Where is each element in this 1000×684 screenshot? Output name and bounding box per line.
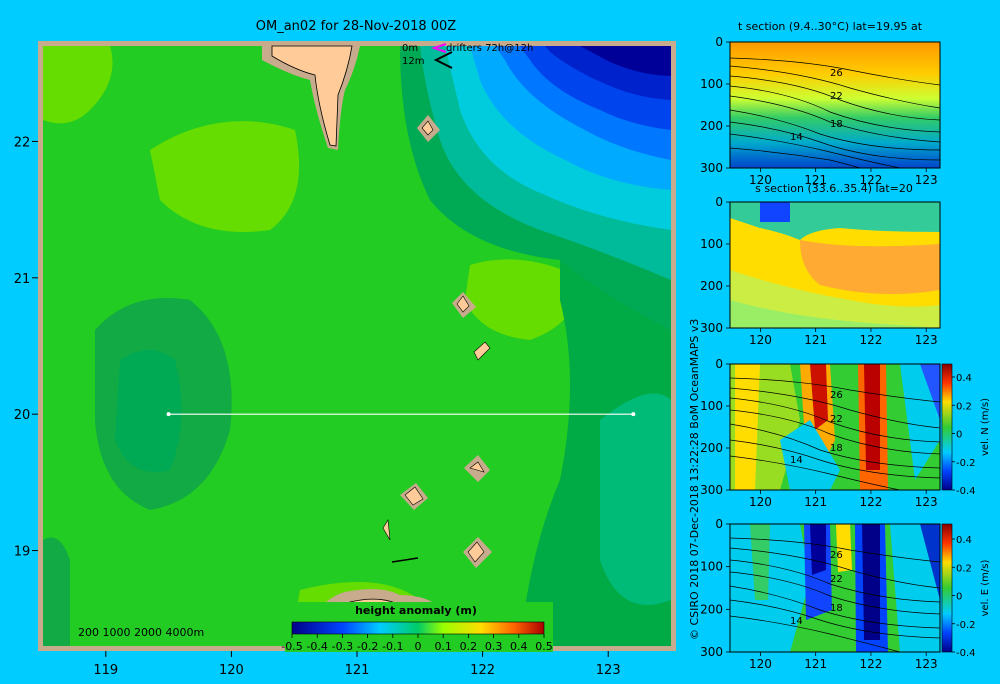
field-patch <box>810 524 826 575</box>
colorbar-tick-label: 0.2 <box>956 563 972 574</box>
y-tick-label: 22 <box>14 135 31 150</box>
figure: OM_an02 for 28-Nov-2018 00Z 0m 12m drift… <box>14 19 991 678</box>
y-tick-label: 0 <box>715 35 723 49</box>
colorbar-tick-label: -0.4 <box>956 486 976 497</box>
x-tick-label: 123 <box>915 495 938 509</box>
x-tick-label: 121 <box>345 663 370 678</box>
y-tick-label: 21 <box>14 272 31 287</box>
colorbar <box>291 621 545 635</box>
x-tick-label: 122 <box>859 495 882 509</box>
colorbar <box>941 363 953 491</box>
credit-text: © CSIRO 2018 07-Dec-2018 13:22:28 BoM Oc… <box>688 319 701 640</box>
contour-label: 26 <box>830 390 843 401</box>
colorbar-tick-label: -0.1 <box>382 640 403 653</box>
y-tick-label: 20 <box>14 408 31 423</box>
contour-label: 26 <box>830 68 843 79</box>
colorbar-tick-label: 0.2 <box>460 640 478 653</box>
x-tick-label: 119 <box>93 663 118 678</box>
y-tick-label: 200 <box>700 119 723 133</box>
colorbar-tick-label: -0.2 <box>357 640 378 653</box>
y-tick-label: 100 <box>700 399 723 413</box>
contour-label: 18 <box>830 443 843 454</box>
depth-scale: 200 1000 2000 4000m <box>78 626 204 639</box>
contour-label: 22 <box>830 91 843 102</box>
y-tick-label: 19 <box>14 545 31 560</box>
y-tick-label: 200 <box>700 602 723 616</box>
colorbar-tick-label: -0.4 <box>306 640 327 653</box>
colorbar-tick-label: -0.4 <box>956 648 976 659</box>
x-tick-label: 121 <box>804 333 827 347</box>
colorbar-tick-label: 0.2 <box>956 401 972 412</box>
contour-label: 22 <box>830 414 843 425</box>
x-tick-label: 121 <box>804 495 827 509</box>
colorbar-tick-label: 0 <box>956 430 962 441</box>
colorbar-tick-label: 0.4 <box>956 373 972 384</box>
x-tick-label: 120 <box>219 663 244 678</box>
y-tick-label: 300 <box>700 483 723 497</box>
contour-label: 18 <box>830 119 843 130</box>
y-tick-label: 0 <box>715 357 723 371</box>
contour-label: 14 <box>790 455 803 466</box>
colorbar-tick-label: 0.4 <box>510 640 528 653</box>
colorbar-tick-label: -0.2 <box>956 620 976 631</box>
panel-title: s section (33.6..35.4) lat=20 <box>755 182 913 195</box>
drifter-depth-0: 0m <box>402 43 418 54</box>
x-tick-label: 123 <box>915 657 938 671</box>
x-tick-label: 122 <box>470 663 495 678</box>
y-tick-label: 200 <box>700 279 723 293</box>
s-section-panel: s section (33.6..35.4) lat=20 120 121 122 1… <box>700 182 941 347</box>
panel-title: t section (9.4..30°C) lat=19.95 at <box>738 20 923 33</box>
contour-label: 14 <box>790 132 803 143</box>
x-tick-label: 123 <box>915 173 938 187</box>
x-tick-label: 123 <box>596 663 621 678</box>
y-tick-label: 100 <box>700 77 723 91</box>
colorbar-tick-label: 0 <box>956 592 962 603</box>
x-tick-label: 120 <box>749 495 772 509</box>
colorbar-tick-label: -0.3 <box>332 640 353 653</box>
y-tick-label: 100 <box>700 237 723 251</box>
vel-n-section-panel: 26 22 18 14 0.4 0.2 0 -0.2 -0.4 vel. N (m/s)… <box>700 357 991 509</box>
x-tick-label: 122 <box>859 333 882 347</box>
x-tick-label: 122 <box>859 657 882 671</box>
colorbar-tick-label: 0.3 <box>485 640 503 653</box>
t-section-panel: t section (9.4..30°C) lat=19.95 at 26 22… <box>700 20 941 187</box>
y-tick-label: 200 <box>700 441 723 455</box>
main-title: OM_an02 for 28-Nov-2018 00Z <box>256 19 457 34</box>
field-patch <box>600 393 671 605</box>
drifter-label: drifters 72h@12h <box>446 43 533 54</box>
contour-label: 14 <box>790 616 803 627</box>
y-tick-label: 300 <box>700 161 723 175</box>
vel-e-section-panel: 26 22 18 14 0.4 0.2 0 -0.2 -0.4 vel. E (m/s)… <box>700 517 991 671</box>
colorbar-tick-label: 0.5 <box>535 640 553 653</box>
x-tick-label: 120 <box>749 657 772 671</box>
drifter-depth-12: 12m <box>402 56 424 67</box>
x-tick-label: 120 <box>749 333 772 347</box>
field-patch <box>115 350 182 472</box>
field-patch <box>760 202 790 222</box>
colorbar-label: vel. N (m/s) <box>980 398 991 456</box>
contour-label: 18 <box>830 603 843 614</box>
y-tick-label: 0 <box>715 195 723 209</box>
field-patch <box>43 537 70 646</box>
contour-label: 22 <box>830 574 843 585</box>
colorbar-tick-label: -0.2 <box>956 458 976 469</box>
x-tick-label: 123 <box>915 333 938 347</box>
colorbar-title: height anomaly (m) <box>355 604 477 617</box>
y-tick-label: 100 <box>700 560 723 574</box>
colorbar-tick-label: 0.1 <box>434 640 452 653</box>
y-tick-label: 300 <box>700 321 723 335</box>
colorbar-tick-label: 0.4 <box>956 535 972 546</box>
y-tick-label: 300 <box>700 645 723 659</box>
x-tick-label: 121 <box>804 657 827 671</box>
height-anomaly-map: 0m 12m drifters 72h@12h 200 1000 2000 40… <box>14 41 676 678</box>
colorbar <box>941 523 953 653</box>
contour-label: 26 <box>830 550 843 561</box>
y-tick-label: 0 <box>715 517 723 531</box>
colorbar-tick-label: 0 <box>415 640 422 653</box>
colorbar-tick-label: -0.5 <box>281 640 302 653</box>
colorbar-label: vel. E (m/s) <box>980 559 991 616</box>
